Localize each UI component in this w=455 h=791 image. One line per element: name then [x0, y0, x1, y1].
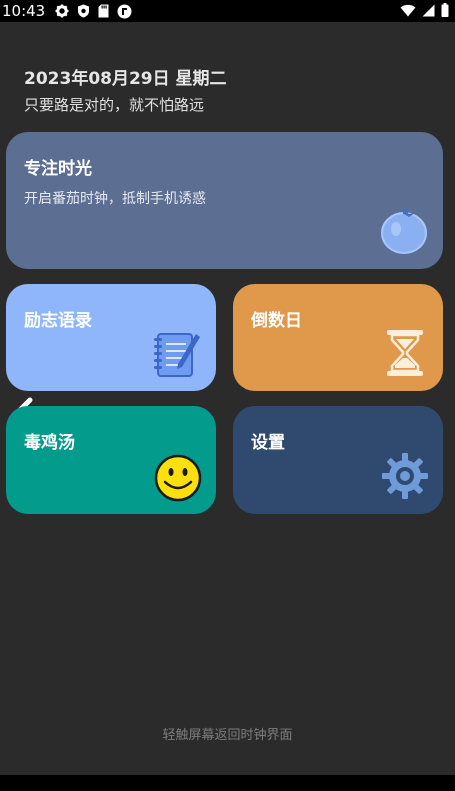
countdown-days-card[interactable]: 倒数日 — [233, 284, 443, 391]
battery-icon — [441, 2, 449, 21]
status-notification-icons — [55, 4, 132, 19]
navigation-bar — [0, 775, 455, 791]
countdown-days-title: 倒数日 — [251, 311, 302, 331]
gear-icon — [55, 4, 69, 18]
motivational-quotes-title: 励志语录 — [24, 311, 92, 331]
status-time: 10:43 — [2, 2, 46, 20]
gear-icon — [381, 452, 429, 504]
focus-time-subtitle: 开启番茄时钟，抵制手机诱惑 — [24, 191, 206, 207]
hourglass-icon — [385, 328, 425, 382]
return-to-clock-hint[interactable]: 轻触屏幕返回时钟界面 — [0, 724, 455, 743]
settings-title: 设置 — [251, 433, 285, 453]
status-bar: 10:43 — [0, 0, 455, 22]
motto-text: 只要路是对的，就不怕路远 — [24, 96, 205, 114]
poison-chicken-soup-card[interactable]: 毒鸡汤 — [6, 406, 216, 514]
signal-icon — [422, 2, 435, 21]
poison-chicken-soup-title: 毒鸡汤 — [24, 433, 75, 453]
focus-time-card[interactable]: 专注时光 开启番茄时钟，抵制手机诱惑 — [6, 132, 443, 269]
app-notification-icon — [117, 4, 132, 19]
wifi-icon — [400, 2, 416, 21]
motivational-quotes-card[interactable]: 励志语录 — [6, 284, 216, 391]
settings-card[interactable]: 设置 — [233, 406, 443, 514]
notepad-icon — [152, 328, 202, 384]
focus-time-title: 专注时光 — [24, 159, 92, 179]
shield-icon — [77, 4, 90, 18]
date-display: 2023年08月29日 星期二 — [24, 69, 227, 89]
sd-card-icon — [98, 4, 109, 18]
tomato-icon — [378, 204, 430, 260]
status-system-icons — [400, 2, 449, 21]
smiley-icon — [154, 454, 202, 506]
